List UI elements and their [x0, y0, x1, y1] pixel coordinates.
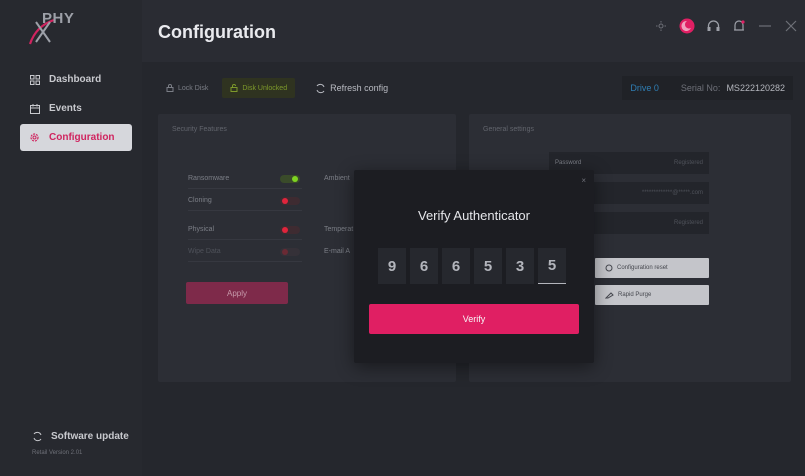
close-icon[interactable] [783, 18, 799, 34]
feature-label: Cloning [188, 197, 212, 204]
ransomware-toggle[interactable] [280, 175, 300, 183]
feature-label: Temperat [324, 226, 354, 233]
software-update-label: Software update [51, 431, 129, 442]
dashboard-icon [29, 74, 40, 85]
panel-title: General settings [483, 126, 534, 133]
drive-selector[interactable]: Drive 0 [630, 83, 659, 93]
sidebar: PHY Dashboard Events Configuration Softw… [0, 0, 142, 476]
notification-icon[interactable] [731, 18, 747, 34]
verify-button[interactable]: Verify [369, 304, 579, 334]
divider [188, 188, 302, 189]
header-icons [653, 18, 799, 34]
otp-digit[interactable]: 6 [410, 248, 438, 284]
sidebar-nav: Dashboard Events Configuration [20, 66, 132, 153]
disk-unlocked-button[interactable]: Disk Unlocked [222, 78, 296, 98]
sidebar-item-label: Configuration [49, 132, 115, 143]
configuration-reset-button[interactable]: Configuration reset [595, 258, 709, 278]
version-text: Retail Version 2.01 [32, 450, 83, 456]
verify-authenticator-modal: × Verify Authenticator 9 6 6 5 3 5 Verif… [354, 170, 594, 363]
refresh-icon [32, 431, 43, 442]
calendar-icon [29, 103, 40, 114]
refresh-config-label: Refresh config [330, 83, 389, 93]
rapid-purge-label: Rapid Purge [618, 292, 652, 298]
apply-button[interactable]: Apply [186, 282, 288, 304]
header: Configuration [142, 0, 805, 62]
sidebar-item-events[interactable]: Events [20, 95, 132, 122]
feature-label: Ransomware [188, 175, 230, 182]
field-label: Password [555, 160, 582, 166]
field-value: Registered [673, 160, 703, 166]
page-title: Configuration [158, 22, 276, 42]
cloning-toggle[interactable] [280, 197, 300, 205]
otp-input: 9 6 6 5 3 5 [378, 248, 570, 284]
otp-digit[interactable]: 5 [474, 248, 502, 284]
otp-digit[interactable]: 6 [442, 248, 470, 284]
reset-icon [605, 264, 613, 272]
theme-toggle-icon[interactable] [679, 18, 695, 34]
sidebar-item-label: Dashboard [49, 74, 102, 85]
sidebar-item-dashboard[interactable]: Dashboard [20, 66, 132, 93]
field-value: Registered [673, 220, 703, 226]
sidebar-item-label: Events [49, 103, 82, 114]
divider [188, 239, 302, 240]
toolbar: Lock Disk Disk Unlocked Refresh config [158, 78, 402, 98]
feature-label: Ambient [324, 175, 350, 182]
serial-label: Serial No: [680, 83, 721, 93]
otp-digit[interactable]: 9 [378, 248, 406, 284]
divider [188, 210, 302, 211]
feature-label: Wipe Data [188, 248, 221, 255]
gear-icon [29, 132, 40, 143]
minimize-icon[interactable] [757, 18, 773, 34]
physical-toggle[interactable] [280, 226, 300, 234]
unlock-icon [230, 84, 238, 92]
modal-close-icon[interactable]: × [581, 176, 586, 185]
sun-icon[interactable] [653, 18, 669, 34]
feature-label: E-mail A [324, 248, 351, 255]
headset-icon[interactable] [705, 18, 721, 34]
otp-digit[interactable]: 3 [506, 248, 534, 284]
logo-text: PHY [42, 10, 75, 27]
otp-digit[interactable]: 5 [538, 248, 566, 284]
divider [188, 261, 302, 262]
serial-value: MS222120282 [726, 83, 785, 93]
lock-disk-button[interactable]: Lock Disk [158, 78, 216, 98]
wipe-data-toggle[interactable] [280, 248, 300, 256]
rapid-purge-button[interactable]: Rapid Purge [595, 285, 709, 305]
sidebar-item-configuration[interactable]: Configuration [20, 124, 132, 151]
disk-unlocked-label: Disk Unlocked [242, 84, 288, 92]
lock-disk-label: Lock Disk [178, 84, 209, 92]
modal-title: Verify Authenticator [417, 208, 530, 223]
field-value: *************@*****.com [641, 190, 703, 196]
panel-title: Security Features [172, 126, 227, 133]
configuration-reset-label: Configuration reset [617, 265, 668, 271]
refresh-icon [315, 83, 326, 94]
purge-icon [605, 291, 614, 299]
feature-label: Physical [188, 226, 215, 233]
lock-icon [166, 84, 174, 92]
software-update-button[interactable]: Software update [32, 431, 129, 442]
refresh-config-button[interactable]: Refresh config [307, 78, 396, 98]
drive-info: Drive 0 Serial No: MS222120282 [622, 76, 793, 100]
